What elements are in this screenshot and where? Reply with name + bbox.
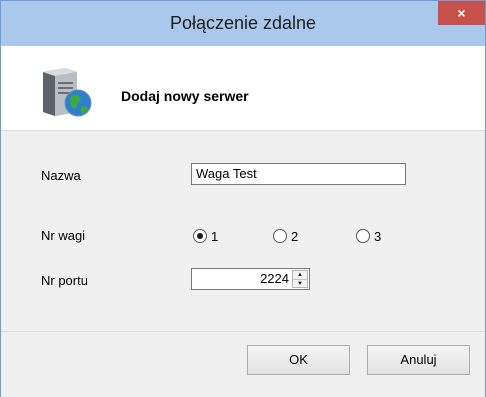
radio-unselected-icon[interactable] [356, 229, 370, 243]
scale-radio-3-label: 3 [374, 228, 382, 244]
radio-unselected-icon[interactable] [273, 229, 287, 243]
button-bar: OK Anuluj [1, 331, 485, 397]
dialog-window: Połączenie zdalne × Dodaj nowy serwer Na… [0, 0, 486, 397]
scale-radio-1[interactable]: 1 [193, 228, 218, 244]
name-input[interactable]: Waga Test [191, 163, 406, 185]
scale-radio-2[interactable]: 2 [273, 228, 298, 244]
radio-selected-icon[interactable] [193, 229, 207, 243]
port-number-label: Nr portu [41, 273, 88, 288]
port-stepper[interactable]: 2224 ▲ ▼ [191, 268, 310, 290]
title-bar[interactable]: Połączenie zdalne × [1, 1, 485, 46]
server-globe-icon [43, 68, 92, 117]
stepper-buttons: ▲ ▼ [292, 270, 308, 288]
port-value[interactable]: 2224 [260, 269, 289, 289]
form-panel: Nazwa Waga Test Nr wagi 1 2 3 Nr portu 2… [1, 131, 485, 331]
header-title: Dodaj nowy serwer [121, 88, 249, 104]
close-button[interactable]: × [438, 1, 485, 25]
name-label: Nazwa [41, 168, 81, 183]
close-icon: × [457, 5, 466, 21]
header-panel: Dodaj nowy serwer [1, 46, 485, 131]
scale-radio-1-label: 1 [211, 228, 219, 244]
scale-radio-3[interactable]: 3 [356, 228, 381, 244]
cancel-button[interactable]: Anuluj [367, 345, 470, 375]
chevron-up-icon[interactable]: ▲ [293, 271, 307, 280]
ok-button[interactable]: OK [247, 345, 350, 375]
chevron-down-icon[interactable]: ▼ [293, 280, 307, 288]
scale-radio-2-label: 2 [291, 228, 299, 244]
scale-number-label: Nr wagi [41, 228, 86, 243]
window-title: Połączenie zdalne [169, 13, 317, 33]
